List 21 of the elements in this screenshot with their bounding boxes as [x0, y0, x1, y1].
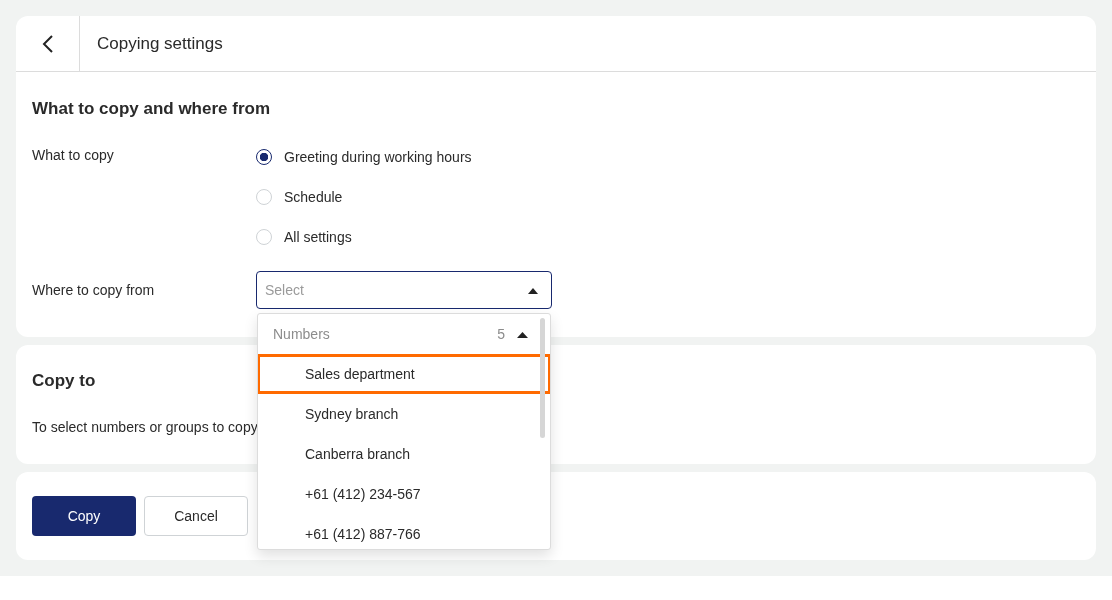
copy-button[interactable]: Copy: [32, 496, 136, 537]
radio-option[interactable]: Greeting during working hours: [256, 147, 472, 167]
hint-text: To select numbers or groups to copy: [32, 419, 258, 435]
dropdown-option[interactable]: Sydney branch: [258, 394, 550, 434]
caret-icon: [527, 286, 539, 294]
cancel-button[interactable]: Cancel: [144, 496, 248, 537]
field-label: What to copy: [32, 147, 115, 165]
scrollbar[interactable]: [540, 318, 545, 438]
section-title: Copy to: [32, 371, 96, 391]
group-header[interactable]: Numbers 5: [258, 314, 550, 354]
field-label: Where to copy from: [32, 282, 156, 298]
page-title: Copying settings: [96, 33, 223, 54]
section-title: What to copy and where from: [32, 99, 271, 119]
dropdown-option[interactable]: Canberra branch: [258, 434, 550, 474]
back-chevron-icon: [41, 33, 54, 54]
caret-icon: [517, 330, 528, 338]
radio-option[interactable]: All settings: [256, 227, 472, 247]
dropdown-option[interactable]: +61 (412) 887-766: [258, 514, 550, 549]
dropdown-option[interactable]: Sales department: [258, 354, 550, 394]
dropdown-option[interactable]: +61 (412) 234-567: [258, 474, 550, 514]
radio-option[interactable]: Schedule: [256, 187, 472, 207]
